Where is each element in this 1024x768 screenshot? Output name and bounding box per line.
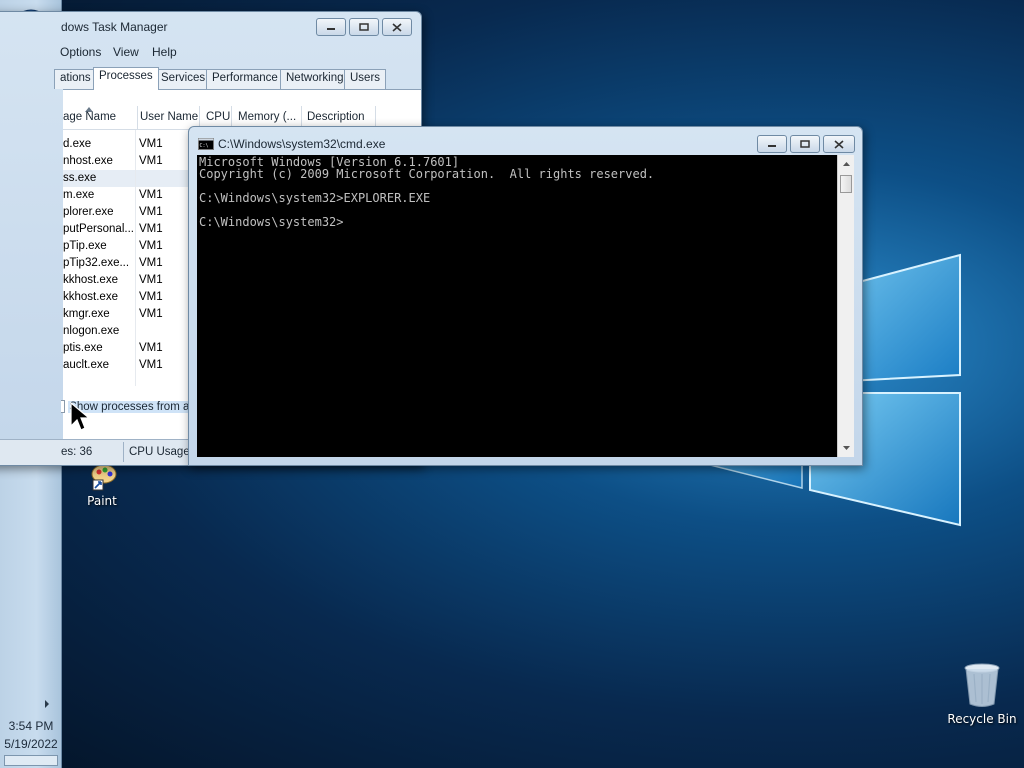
column-memory[interactable]: Memory (... <box>238 111 296 123</box>
process-user-name: VM1 <box>139 223 163 235</box>
checkbox-box[interactable] <box>61 400 65 413</box>
tab-applications[interactable]: ations <box>54 69 97 89</box>
process-image-name: nhost.exe <box>63 155 113 167</box>
maximize-icon <box>800 140 810 148</box>
process-image-name: pTip.exe <box>63 240 107 252</box>
task-manager-tabs: ations Processes Services Performance Ne… <box>0 67 423 90</box>
tab-networking[interactable]: Networking <box>280 69 350 89</box>
cmd-minimize-button[interactable] <box>757 135 787 153</box>
status-separator <box>123 442 124 462</box>
column-image-name[interactable]: age Name <box>63 111 116 123</box>
column-user-name[interactable]: User Name <box>140 111 198 123</box>
cmd-maximize-button[interactable] <box>790 135 820 153</box>
recycle-bin-icon <box>964 663 1000 707</box>
task-manager-titlebar[interactable]: dows Task Manager <box>0 12 421 42</box>
cmd-close-button[interactable] <box>823 135 855 153</box>
process-image-name: kmgr.exe <box>63 308 110 320</box>
process-user-name: VM1 <box>139 155 163 167</box>
paint-desktop-icon[interactable]: Paint <box>74 462 130 512</box>
process-image-name: kkhost.exe <box>63 291 118 303</box>
maximize-button[interactable] <box>349 18 379 36</box>
chevron-right-icon <box>45 700 49 708</box>
show-hidden-icons-arrow[interactable] <box>42 698 52 710</box>
status-processes: es: 36 <box>61 446 93 458</box>
column-separator <box>137 106 138 130</box>
scroll-up-arrow-icon[interactable] <box>839 159 854 169</box>
svg-text:C:\: C:\ <box>200 143 209 149</box>
process-user-name: VM1 <box>139 240 163 252</box>
show-desktop-button[interactable] <box>4 755 58 766</box>
menu-options[interactable]: Options <box>60 45 101 59</box>
console-text: Microsoft Windows [Version 6.1.7601] Cop… <box>199 155 655 229</box>
process-user-name: VM1 <box>139 359 163 371</box>
process-image-name: kkhost.exe <box>63 274 118 286</box>
process-image-name: m.exe <box>63 189 95 201</box>
scroll-thumb[interactable] <box>840 175 852 193</box>
minimize-icon <box>327 28 335 30</box>
menu-view[interactable]: View <box>113 45 139 59</box>
process-image-name: putPersonal... <box>63 223 134 235</box>
column-cpu[interactable]: CPU <box>206 111 230 123</box>
process-user-name: VM1 <box>139 206 163 218</box>
process-image-name: plorer.exe <box>63 206 114 218</box>
process-image-name: pTip32.exe... <box>63 257 130 269</box>
clock-date[interactable]: 5/19/2022 <box>0 737 62 751</box>
minimize-icon <box>768 145 776 147</box>
paint-icon <box>91 464 117 491</box>
list-divider <box>135 130 136 386</box>
process-user-name: VM1 <box>139 189 163 201</box>
close-icon <box>834 139 844 149</box>
recycle-bin-desktop-icon[interactable]: Recycle Bin <box>946 660 1018 730</box>
process-user-name: VM1 <box>139 308 163 320</box>
clock-time[interactable]: 3:54 PM <box>0 719 62 733</box>
process-user-name: VM1 <box>139 291 163 303</box>
tab-users[interactable]: Users <box>344 69 387 89</box>
cmd-title: C:\Windows\system32\cmd.exe <box>218 137 386 151</box>
column-description[interactable]: Description <box>307 111 365 123</box>
cmd-titlebar[interactable]: C:\ C:\Windows\system32\cmd.exe <box>189 127 862 157</box>
maximize-icon <box>359 23 369 31</box>
scroll-down-arrow-icon[interactable] <box>839 443 854 453</box>
cmd-title-icon: C:\ <box>198 138 214 150</box>
process-image-name: d.exe <box>63 138 92 150</box>
tab-services[interactable]: Services <box>155 69 212 89</box>
close-button[interactable] <box>382 18 412 36</box>
minimize-button[interactable] <box>316 18 346 36</box>
cmd-window: C:\ C:\Windows\system32\cmd.exe Microsof… <box>188 126 863 466</box>
menu-help[interactable]: Help <box>152 45 177 59</box>
process-user-name: VM1 <box>139 274 163 286</box>
task-manager-title: dows Task Manager <box>61 20 168 34</box>
recycle-bin-label: Recycle Bin <box>947 712 1017 726</box>
process-user-name: VM1 <box>139 138 163 150</box>
process-image-name: ss.exe <box>63 172 97 184</box>
mouse-cursor-icon <box>70 402 91 431</box>
process-user-name: VM1 <box>139 342 163 354</box>
console-scrollbar[interactable] <box>837 155 854 457</box>
status-cpu-usage: CPU Usage: <box>129 446 193 458</box>
process-image-name: ptis.exe <box>63 342 103 354</box>
console-area[interactable]: Microsoft Windows [Version 6.1.7601] Cop… <box>197 155 837 457</box>
close-icon <box>392 22 402 32</box>
process-user-name: VM1 <box>139 257 163 269</box>
paint-desktop-label: Paint <box>87 494 117 508</box>
process-image-name: auclt.exe <box>63 359 110 371</box>
process-image-name: nlogon.exe <box>63 325 120 337</box>
tab-processes[interactable]: Processes <box>93 67 159 90</box>
tab-performance[interactable]: Performance <box>206 69 284 89</box>
